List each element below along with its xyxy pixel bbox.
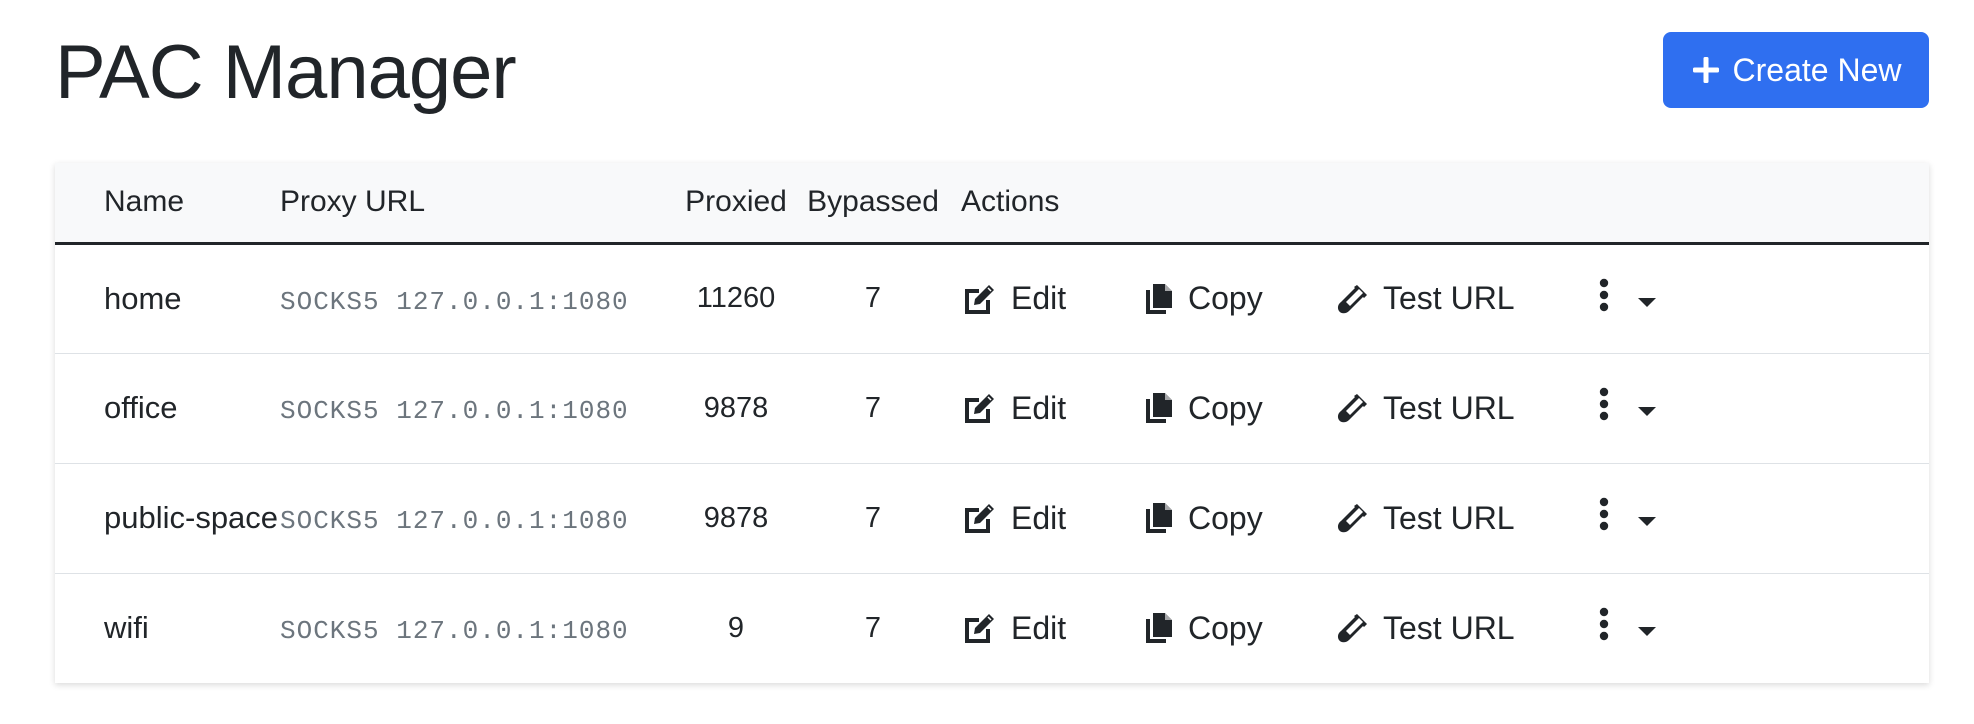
row-name: office [104,390,178,425]
row-actions: Edit Copy Test URL [949,353,1929,463]
more-vertical-icon [1599,387,1609,429]
pac-table-card: Name Proxy URL Proxied Bypassed Actions … [55,163,1929,683]
test-url-button[interactable]: Test URL [1337,280,1599,317]
proxy-url-text: SOCKS5 127.0.0.1:1080 [280,616,629,647]
page: PAC Manager Create New Name Proxy URL Pr… [0,0,1974,724]
edit-label: Edit [1011,389,1067,426]
row-proxy-url: SOCKS5 127.0.0.1:1080 [280,243,675,353]
row-proxied-count: 9 [727,611,745,644]
more-actions-dropdown[interactable] [1599,387,1657,429]
row-name: public-space [104,500,279,535]
test-url-label: Test URL [1383,389,1515,426]
caret-down-icon [1637,610,1657,646]
header-row: Name Proxy URL Proxied Bypassed Actions [55,163,1929,243]
header-bypassed: Bypassed [807,185,939,219]
row-proxy-url: SOCKS5 127.0.0.1:1080 [280,463,675,573]
plus-icon [1691,55,1721,85]
table-row: home SOCKS5 127.0.0.1:1080 11260 7 Edit [55,243,1929,353]
actions-group: Edit Copy Test URL [961,387,1929,429]
test-url-label: Test URL [1383,280,1515,316]
more-vertical-icon [1599,278,1609,320]
row-proxied-count: 11260 [696,282,776,314]
actions-group: Edit Copy Test URL [961,607,1929,649]
edit-label: Edit [1011,280,1067,316]
more-actions-dropdown[interactable] [1599,497,1657,539]
row-proxy-url: SOCKS5 127.0.0.1:1080 [280,353,675,463]
row-actions: Edit Copy Test URL [949,463,1929,573]
header-proxied: Proxied [685,185,787,219]
copy-button[interactable]: Copy [1144,280,1337,317]
test-tube-icon [1337,283,1369,315]
row-bypassed-count: 7 [864,611,882,644]
test-url-button[interactable]: Test URL [1337,390,1599,427]
edit-button[interactable]: Edit [961,280,1144,317]
caret-down-icon [1637,500,1657,536]
proxy-url-text: SOCKS5 127.0.0.1:1080 [280,286,629,317]
test-url-button[interactable]: Test URL [1337,610,1599,647]
create-new-button[interactable]: Create New [1663,32,1929,108]
row-proxied-count: 9878 [703,501,769,534]
create-new-label: Create New [1732,51,1902,88]
table-row: wifi SOCKS5 127.0.0.1:1080 9 7 Edit Copy… [55,573,1929,683]
actions-group: Edit Copy Test URL [961,497,1929,539]
row-bypassed-count: 7 [864,391,882,424]
proxy-url-text: SOCKS5 127.0.0.1:1080 [280,506,629,536]
copy-icon [1144,391,1174,425]
row-bypassed-count: 7 [864,501,882,534]
row-bypassed-count: 7 [864,282,882,314]
copy-icon [1144,282,1174,316]
edit-icon [961,611,997,645]
table-body: home SOCKS5 127.0.0.1:1080 11260 7 Edit [55,243,1929,683]
copy-label: Copy [1188,389,1263,426]
copy-label: Copy [1188,499,1263,536]
actions-group: Edit Copy Test URL [961,278,1929,320]
header-actions: Actions [961,185,1060,219]
copy-icon [1144,501,1174,535]
edit-icon [961,282,997,316]
caret-down-icon [1637,390,1657,426]
row-proxy-url: SOCKS5 127.0.0.1:1080 [280,573,675,683]
more-vertical-icon [1599,607,1609,649]
copy-button[interactable]: Copy [1144,500,1337,537]
row-name: wifi [104,610,149,646]
test-tube-icon [1337,392,1369,424]
edit-label: Edit [1011,609,1067,646]
header-proxy-url: Proxy URL [280,185,426,219]
more-actions-dropdown[interactable] [1599,278,1657,320]
edit-button[interactable]: Edit [961,390,1144,427]
table-header: Name Proxy URL Proxied Bypassed Actions [55,163,1929,243]
edit-icon [961,391,997,425]
edit-icon [961,501,997,535]
copy-icon [1144,611,1174,645]
edit-button[interactable]: Edit [961,500,1144,537]
row-actions: Edit Copy Test URL [949,573,1929,683]
test-tube-icon [1337,612,1369,644]
page-title: PAC Manager [55,30,517,115]
edit-label: Edit [1011,499,1067,536]
test-url-label: Test URL [1383,499,1515,536]
copy-button[interactable]: Copy [1144,390,1337,427]
copy-button[interactable]: Copy [1144,610,1337,647]
test-url-label: Test URL [1383,609,1515,646]
copy-label: Copy [1188,609,1263,646]
test-tube-icon [1337,502,1369,534]
copy-label: Copy [1188,280,1263,316]
table-row: office SOCKS5 127.0.0.1:1080 9878 7 Edit [55,353,1929,463]
pac-table: Name Proxy URL Proxied Bypassed Actions … [55,163,1929,683]
caret-down-icon [1637,281,1657,317]
row-proxied-count: 9878 [703,391,769,424]
row-actions: Edit Copy Test URL [949,243,1929,353]
table-row: public-space SOCKS5 127.0.0.1:1080 9878 … [55,463,1929,573]
edit-button[interactable]: Edit [961,610,1144,647]
proxy-url-text: SOCKS5 127.0.0.1:1080 [280,396,629,426]
header-name: Name [104,185,185,219]
more-actions-dropdown[interactable] [1599,607,1657,649]
more-vertical-icon [1599,497,1609,539]
test-url-button[interactable]: Test URL [1337,500,1599,537]
row-name: home [104,280,182,316]
